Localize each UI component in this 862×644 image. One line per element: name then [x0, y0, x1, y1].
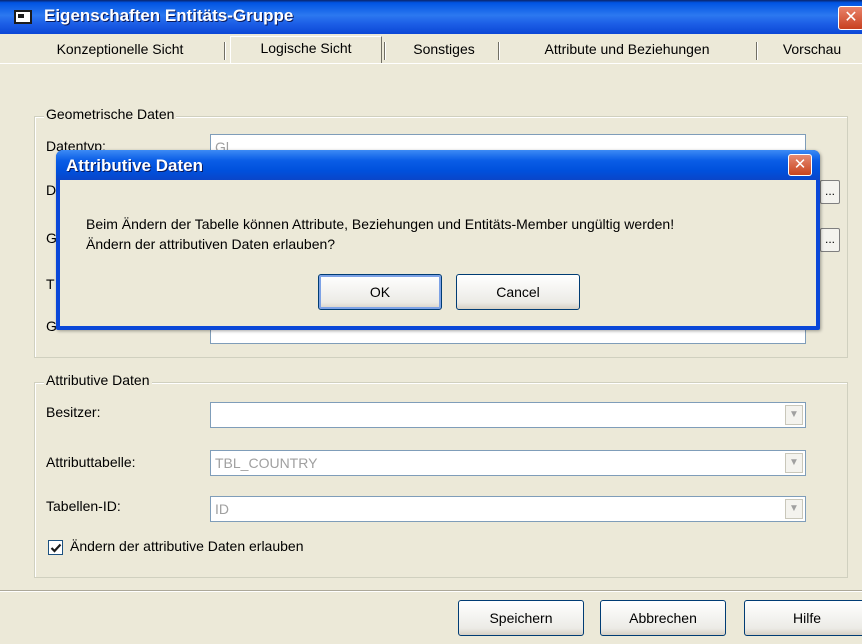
tab-konzeptionelle-sicht[interactable]: Konzeptionelle Sicht [20, 38, 220, 62]
tab-separator [498, 42, 500, 60]
allow-change-label[interactable]: Ändern der attributive Daten erlauben [70, 538, 303, 554]
tab-separator [224, 42, 226, 60]
cancel-button[interactable]: Cancel [456, 274, 580, 310]
dialog-body: Beim Ändern der Tabelle können Attribute… [60, 180, 816, 326]
ok-button[interactable]: OK [318, 274, 442, 310]
tab-logische-sicht[interactable]: Logische Sicht [230, 36, 382, 64]
attributtabelle-combo[interactable]: TBL_COUNTRY ▼ [210, 450, 806, 476]
dialog-titlebar[interactable]: Attributive Daten ✕ [56, 150, 820, 180]
dialog-message-line1: Beim Ändern der Tabelle können Attribute… [86, 216, 675, 232]
chevron-down-icon[interactable]: ▼ [785, 405, 803, 425]
geometric-field-label: T [46, 276, 55, 292]
dialog-title: Attributive Daten [66, 156, 203, 175]
browse-button[interactable]: ... [820, 228, 840, 252]
chevron-down-icon[interactable]: ▼ [785, 453, 803, 473]
footer-separator [0, 590, 862, 592]
app-window-icon [14, 10, 32, 24]
geometric-data-legend: Geometrische Daten [44, 106, 177, 122]
tab-attribute-und-beziehungen[interactable]: Attribute und Beziehungen [504, 38, 750, 62]
dialog-message-line2: Ändern der attributiven Daten erlauben? [86, 236, 336, 252]
tab-underline [0, 63, 862, 64]
attributive-data-legend: Attributive Daten [44, 372, 152, 388]
checkmark-icon [50, 543, 62, 553]
window-title: Eigenschaften Entitäts-Gruppe [44, 6, 294, 25]
window-titlebar[interactable]: Eigenschaften Entitäts-Gruppe [0, 0, 862, 34]
attributtabelle-value: TBL_COUNTRY [215, 455, 318, 471]
tab-strip: Konzeptionelle Sicht Logische Sicht Sons… [0, 36, 862, 64]
close-icon: ✕ [844, 9, 858, 26]
tab-sonstiges[interactable]: Sonstiges [390, 38, 498, 62]
dialog-close-button[interactable]: ✕ [788, 154, 812, 176]
allow-change-checkbox[interactable] [48, 540, 63, 555]
window-close-button[interactable]: ✕ [838, 6, 862, 30]
tab-vorschau[interactable]: Vorschau [762, 38, 862, 62]
tabellen-id-value: ID [215, 501, 229, 517]
geometric-field-label: D [46, 182, 57, 198]
abbrechen-button[interactable]: Abbrechen [600, 600, 726, 636]
tabellen-id-combo[interactable]: ID ▼ [210, 496, 806, 522]
save-button[interactable]: Speichern [458, 600, 584, 636]
browse-button[interactable]: ... [820, 180, 840, 204]
besitzer-combo[interactable]: ▼ [210, 402, 806, 428]
attributtabelle-label: Attributtabelle: [46, 454, 136, 470]
help-button[interactable]: Hilfe [744, 600, 862, 636]
attributive-data-dialog: Attributive Daten ✕ Beim Ändern der Tabe… [56, 150, 820, 330]
chevron-down-icon[interactable]: ▼ [785, 499, 803, 519]
dialog-message: Beim Ändern der Tabelle können Attribute… [86, 214, 674, 254]
tabellen-id-label: Tabellen-ID: [46, 498, 121, 514]
besitzer-label: Besitzer: [46, 404, 101, 420]
tab-separator [756, 42, 758, 60]
tab-separator [384, 42, 386, 60]
close-icon: ✕ [793, 156, 807, 173]
